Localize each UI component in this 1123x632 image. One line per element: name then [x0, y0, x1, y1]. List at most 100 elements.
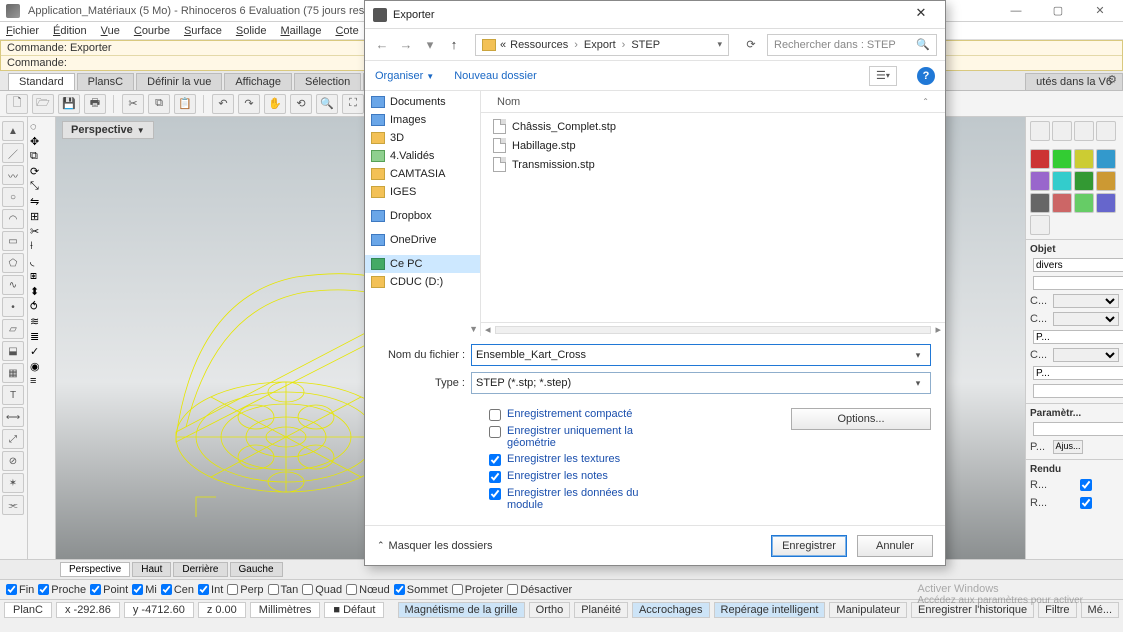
- status-layer[interactable]: ■ Défaut: [324, 602, 384, 618]
- pan-icon[interactable]: ✋: [264, 94, 286, 114]
- revolve-icon[interactable]: ⥀: [30, 300, 53, 313]
- zoom-extents-icon[interactable]: ⛶: [342, 94, 364, 114]
- polygon-icon[interactable]: ⬠: [2, 253, 24, 273]
- viewtab-gauche[interactable]: Gauche: [230, 562, 283, 577]
- new-icon[interactable]: 🗋: [6, 94, 28, 114]
- refresh-icon[interactable]: ⟳: [741, 38, 761, 51]
- prop-field[interactable]: [1033, 276, 1123, 290]
- type-select[interactable]: STEP (*.stp; *.step) ▾: [471, 372, 931, 394]
- osnap-noeud[interactable]: Nœud: [346, 584, 390, 596]
- transform-icon[interactable]: ⤢: [2, 429, 24, 449]
- copy2-icon[interactable]: ⧉: [30, 150, 53, 163]
- dialog-titlebar[interactable]: Exporter ✕: [365, 1, 945, 29]
- offset-icon[interactable]: ⧆: [30, 270, 53, 283]
- osnap-cen[interactable]: Cen: [161, 584, 194, 596]
- osnap-tan[interactable]: Tan: [268, 584, 299, 596]
- osnap-quad[interactable]: Quad: [302, 584, 342, 596]
- breadcrumb-seg[interactable]: Ressources: [510, 39, 568, 51]
- rendu-check[interactable]: [1053, 497, 1119, 509]
- prop-field[interactable]: [1033, 366, 1123, 380]
- tree-scroll-icon[interactable]: ▼: [469, 324, 478, 334]
- osnap-perp[interactable]: Perp: [227, 584, 263, 596]
- osnap-projeter[interactable]: Projeter: [452, 584, 504, 596]
- col-nom[interactable]: Nom: [497, 96, 922, 108]
- polyline-icon[interactable]: 〰: [2, 165, 24, 185]
- panel-icon[interactable]: [1096, 121, 1116, 141]
- status-planar[interactable]: Planéité: [574, 602, 628, 618]
- status-smart[interactable]: Repérage intelligent: [714, 602, 826, 618]
- chevron-down-icon[interactable]: ▾: [910, 378, 926, 389]
- array-icon[interactable]: ⊞: [30, 210, 53, 223]
- props-icon[interactable]: ≡: [30, 375, 53, 387]
- save-button[interactable]: Enregistrer: [771, 535, 847, 557]
- pointer-icon[interactable]: ▲: [2, 121, 24, 141]
- prop-field[interactable]: [1033, 258, 1123, 272]
- status-units[interactable]: Millimètres: [250, 602, 321, 618]
- osnap-mi[interactable]: Mi: [132, 584, 157, 596]
- lasso-icon[interactable]: ◌: [30, 121, 53, 133]
- surface-icon[interactable]: ▱: [2, 319, 24, 339]
- panel-icon[interactable]: [1052, 121, 1072, 141]
- panel-icon[interactable]: [1030, 215, 1050, 235]
- panel-icon[interactable]: [1030, 193, 1050, 213]
- analyze-icon[interactable]: ✓: [30, 345, 53, 358]
- redo-icon[interactable]: ↷: [238, 94, 260, 114]
- hscroll[interactable]: ◂▸: [481, 322, 945, 336]
- breadcrumb-dd-icon[interactable]: ▾: [717, 39, 722, 50]
- panel-icon[interactable]: [1096, 171, 1116, 191]
- status-grid[interactable]: Magnétisme de la grille: [398, 602, 525, 618]
- tree-cepc[interactable]: Ce PC: [365, 255, 480, 273]
- menu-solide[interactable]: Solide: [236, 25, 267, 37]
- panel-icon[interactable]: [1074, 193, 1094, 213]
- panel-icon[interactable]: [1030, 149, 1050, 169]
- osnap-point[interactable]: Point: [90, 584, 128, 596]
- file-list-header[interactable]: Nom ⌃: [481, 91, 945, 113]
- panel-icon[interactable]: [1096, 149, 1116, 169]
- file-list-body[interactable]: Châssis_Complet.stp Habillage.stp Transm…: [481, 113, 945, 322]
- zoom-icon[interactable]: 🔍: [316, 94, 338, 114]
- sort-icon[interactable]: ⌃: [922, 97, 929, 106]
- menu-cote[interactable]: Cote: [335, 25, 358, 37]
- viewtab-haut[interactable]: Haut: [132, 562, 171, 577]
- close-button[interactable]: ✕: [1083, 4, 1117, 17]
- organize-button[interactable]: Organiser▼: [375, 70, 434, 82]
- tab-affichage[interactable]: Affichage: [224, 73, 292, 90]
- loft-icon[interactable]: ≣: [30, 330, 53, 343]
- filename-field[interactable]: [476, 349, 910, 361]
- status-more[interactable]: Mé...: [1081, 602, 1119, 618]
- file-item[interactable]: Transmission.stp: [493, 155, 933, 174]
- panel-icon[interactable]: [1030, 171, 1050, 191]
- fillet-icon[interactable]: ◟: [30, 255, 53, 268]
- rotate-icon[interactable]: ⟲: [290, 94, 312, 114]
- panel-icon[interactable]: [1074, 149, 1094, 169]
- curve-icon[interactable]: ∿: [2, 275, 24, 295]
- move-icon[interactable]: ✥: [30, 135, 53, 148]
- render-icon[interactable]: ◉: [30, 360, 53, 373]
- paste-icon[interactable]: 📋: [174, 94, 196, 114]
- sweep-icon[interactable]: ≋: [30, 315, 53, 328]
- status-ortho[interactable]: Ortho: [529, 602, 571, 618]
- menu-courbe[interactable]: Courbe: [134, 25, 170, 37]
- breadcrumb[interactable]: « Ressources › Export › STEP ▾: [475, 34, 729, 56]
- panel-icon[interactable]: [1030, 121, 1050, 141]
- chevron-down-icon[interactable]: ▼: [137, 126, 145, 135]
- osnap-desactiver[interactable]: Désactiver: [507, 584, 572, 596]
- filename-input[interactable]: ▾: [471, 344, 931, 366]
- rotate2-icon[interactable]: ⟳: [30, 165, 53, 178]
- prop-field[interactable]: [1033, 422, 1123, 436]
- check-textures[interactable]: Enregistrer les textures: [489, 453, 761, 466]
- view-mode-icon[interactable]: ☰▾: [869, 66, 897, 86]
- check-compact[interactable]: Enregistrement compacté: [489, 408, 761, 421]
- text-icon[interactable]: T: [2, 385, 24, 405]
- panel-icon[interactable]: [1074, 171, 1094, 191]
- tree-onedrive[interactable]: OneDrive: [365, 231, 480, 249]
- menu-edition[interactable]: Édition: [53, 25, 87, 37]
- menu-maillage[interactable]: Maillage: [280, 25, 321, 37]
- explode-icon[interactable]: ✶: [2, 473, 24, 493]
- circle-icon[interactable]: ○: [2, 187, 24, 207]
- hide-folders-button[interactable]: ⌃ Masquer les dossiers: [377, 540, 492, 552]
- tree-images[interactable]: Images: [365, 111, 480, 129]
- options-button[interactable]: Options...: [791, 408, 931, 430]
- tree-documents[interactable]: Documents: [365, 93, 480, 111]
- panel-icon[interactable]: [1096, 193, 1116, 213]
